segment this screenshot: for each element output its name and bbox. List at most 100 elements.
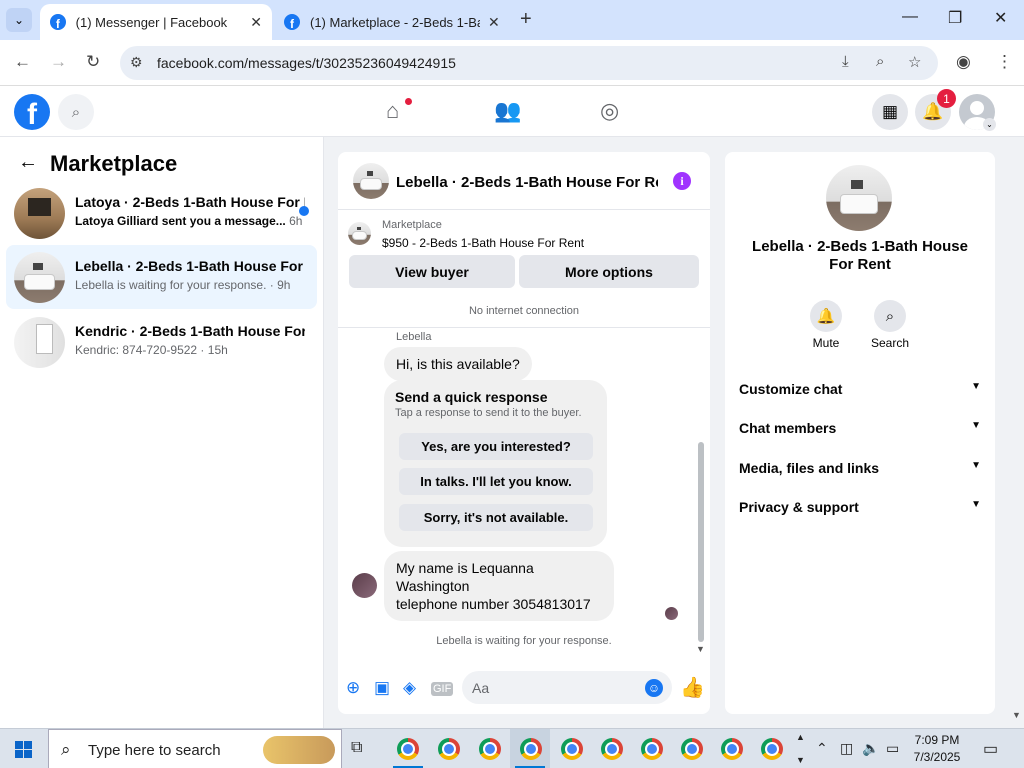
mute-button[interactable]: 🔔 Mute xyxy=(796,300,856,350)
message-placeholder: Aa xyxy=(472,680,490,696)
back-arrow-icon[interactable]: ← xyxy=(18,151,38,174)
chrome-app-icon[interactable] xyxy=(397,738,419,760)
tab-marketplace[interactable]: f (1) Marketplace - 2-Beds 1-Bath ✕ xyxy=(274,4,510,40)
listing-price[interactable]: $950 - 2-Beds 1-Bath House For Rent xyxy=(382,236,584,250)
buyer-avatar[interactable] xyxy=(352,573,377,598)
message-bubble: My name is Lequanna Washington telephone … xyxy=(384,551,614,621)
facebook-header: f ⌕ ⌂ 👥 ◎ ▦ 🔔 1 xyxy=(0,86,1024,137)
quick-response-card: Send a quick response Tap a response to … xyxy=(384,380,607,547)
search-icon[interactable]: ⌕ xyxy=(58,94,94,130)
chat-thumbnail[interactable] xyxy=(353,163,389,199)
listing-label: Marketplace xyxy=(382,219,442,231)
menu-kebab-icon[interactable]: ⋮ xyxy=(996,52,1013,72)
section-chat-members[interactable]: Chat members ▼ xyxy=(739,420,981,436)
quick-response-option[interactable]: Sorry, it's not available. xyxy=(399,504,593,531)
info-icon[interactable]: i xyxy=(673,172,691,190)
windows-start-icon[interactable] xyxy=(15,741,32,758)
task-view-icon[interactable]: ⧉ xyxy=(351,739,362,757)
chrome-app-icon[interactable] xyxy=(681,738,703,760)
minimize-button[interactable]: — xyxy=(902,8,918,26)
reload-icon[interactable]: ↻ xyxy=(86,52,100,72)
conversation-item-kendric[interactable]: Kendric · 2-Beds 1-Bath House For Rent K… xyxy=(6,310,317,374)
back-arrow-icon[interactable]: ← xyxy=(14,52,31,72)
site-info-icon[interactable]: ⚙ xyxy=(130,54,143,71)
taskbar-scroll-up-icon[interactable]: ▲ xyxy=(796,732,805,742)
photo-icon[interactable]: ▣ xyxy=(374,678,390,698)
home-icon[interactable]: ⌂ xyxy=(386,98,399,124)
unread-dot xyxy=(299,206,309,216)
section-customize-chat[interactable]: Customize chat ▼ xyxy=(739,381,981,397)
chrome-app-icon[interactable] xyxy=(761,738,783,760)
friends-icon[interactable]: 👥 xyxy=(494,98,521,124)
facebook-logo-icon[interactable]: f xyxy=(14,94,50,130)
show-hidden-icons-icon[interactable]: ⌃ xyxy=(816,740,828,757)
section-media-files-links[interactable]: Media, files and links ▼ xyxy=(739,460,981,476)
facebook-favicon-icon: f xyxy=(284,14,300,30)
restore-button[interactable]: ❐ xyxy=(948,8,962,28)
url-text[interactable]: facebook.com/messages/t/3023523604942491… xyxy=(157,55,456,71)
address-bar[interactable]: ⚙ facebook.com/messages/t/30235236049424… xyxy=(120,46,938,80)
listing-thumbnail xyxy=(14,252,65,303)
groups-icon[interactable]: ◎ xyxy=(600,98,619,124)
listing-thumbnail xyxy=(14,188,65,239)
tab-messenger[interactable]: f (1) Messenger | Facebook ✕ xyxy=(40,4,272,40)
quick-response-option[interactable]: Yes, are you interested? xyxy=(399,433,593,460)
thumbs-up-icon[interactable]: 👍 xyxy=(680,675,705,700)
profile-icon[interactable]: ◉ xyxy=(956,52,971,72)
chrome-app-icon[interactable] xyxy=(721,738,743,760)
chat-header: Lebella · 2-Beds 1-Bath House For Rent i xyxy=(338,152,710,210)
chevron-down-icon: ▼ xyxy=(971,499,981,510)
bookmark-star-icon[interactable]: ☆ xyxy=(908,53,921,71)
quick-response-option[interactable]: In talks. I'll let you know. xyxy=(399,468,593,495)
system-clock[interactable]: 7:09 PM 7/3/2025 xyxy=(906,732,968,766)
notification-badge: 1 xyxy=(937,89,956,108)
close-tab-icon[interactable]: ✕ xyxy=(488,14,500,31)
camera-icon[interactable]: ◫ xyxy=(840,740,853,757)
read-receipt-avatar xyxy=(665,607,678,620)
connection-status: No internet connection xyxy=(468,305,580,317)
conversation-item-lebella[interactable]: Lebella · 2-Beds 1-Bath House For Rent L… xyxy=(6,245,317,309)
taskbar-scroll-down-icon[interactable]: ▼ xyxy=(796,755,805,765)
account-chevron-icon[interactable]: ⌄ xyxy=(983,118,996,131)
section-privacy-support[interactable]: Privacy & support ▼ xyxy=(739,499,981,515)
page-scroll-down-arrow-icon[interactable]: ▼ xyxy=(1012,710,1021,720)
install-app-icon[interactable]: ⤓ xyxy=(842,53,849,70)
volume-icon[interactable]: 🔈 xyxy=(862,740,879,757)
close-window-button[interactable]: ✕ xyxy=(994,8,1007,28)
taskbar-search-box[interactable]: ⌕ Type here to search xyxy=(48,729,342,768)
chrome-app-icon[interactable] xyxy=(561,738,583,760)
sender-name: Lebella xyxy=(396,331,432,343)
zoom-icon[interactable]: ⌕ xyxy=(876,53,884,70)
tab-title: (1) Marketplace - 2-Beds 1-Bath xyxy=(310,14,480,30)
sidebar-title: Marketplace xyxy=(50,151,178,176)
emoji-icon[interactable]: ☺ xyxy=(645,679,663,697)
listing-thumbnail xyxy=(14,317,65,368)
chat-scrollbar[interactable] xyxy=(698,442,704,642)
close-tab-icon[interactable]: ✕ xyxy=(250,14,262,31)
chrome-app-icon[interactable] xyxy=(601,738,623,760)
more-options-button[interactable]: More options xyxy=(519,255,699,288)
search-button[interactable]: ⌕ Search xyxy=(860,300,920,350)
view-buyer-button[interactable]: View buyer xyxy=(349,255,515,288)
menu-grid-icon[interactable]: ▦ xyxy=(872,94,908,130)
network-icon[interactable]: ▭ xyxy=(886,740,899,757)
gif-icon[interactable]: GIF xyxy=(431,682,454,696)
scroll-down-arrow-icon[interactable]: ▼ xyxy=(696,644,705,654)
message-input[interactable]: Aa ☺ xyxy=(462,671,672,704)
conversation-item-latoya[interactable]: Latoya · 2-Beds 1-Bath House For Rent La… xyxy=(6,181,317,245)
tab-search-menu-button[interactable]: ⌄ xyxy=(6,8,32,32)
chat-title[interactable]: Lebella · 2-Beds 1-Bath House For Rent xyxy=(396,174,658,191)
waiting-status: Lebella is waiting for your response. xyxy=(436,635,612,647)
notification-center-icon[interactable]: ▭ xyxy=(983,739,998,759)
chrome-app-icon[interactable] xyxy=(520,738,542,760)
details-thumbnail[interactable] xyxy=(826,165,892,231)
forward-arrow-icon[interactable]: → xyxy=(50,52,67,72)
conversation-preview: Kendric: 874-720-9522 · 15h xyxy=(75,343,228,357)
chrome-app-icon[interactable] xyxy=(479,738,501,760)
plus-icon[interactable]: ⊕ xyxy=(346,678,360,698)
chrome-app-icon[interactable] xyxy=(641,738,663,760)
new-tab-button[interactable]: + xyxy=(520,8,532,31)
sticker-icon[interactable]: ◈ xyxy=(403,678,416,698)
chrome-app-icon[interactable] xyxy=(438,738,460,760)
search-icon: ⌕ xyxy=(61,740,71,759)
